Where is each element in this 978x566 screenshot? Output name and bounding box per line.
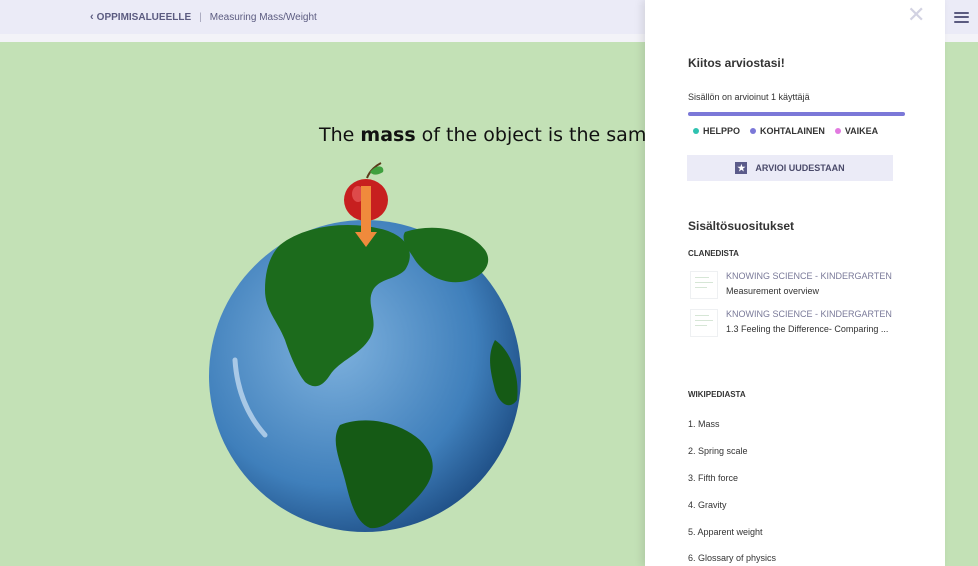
- back-link[interactable]: ‹ OPPIMISALUEELLE: [90, 11, 191, 23]
- close-icon[interactable]: ✕: [907, 4, 925, 26]
- legend-dot-teal: [693, 128, 699, 134]
- rating-panel: ✕ Kiitos arviostasi! Sisällön on arvioin…: [645, 0, 945, 566]
- slide-title-pre: The: [319, 124, 361, 146]
- recommendation-category: KNOWING SCIENCE - KINDERGARTEN: [726, 271, 892, 281]
- legend-helppo: HELPPO: [693, 126, 740, 136]
- recommendations-title: Sisältösuositukset: [688, 219, 795, 233]
- menu-button[interactable]: [945, 0, 978, 34]
- breadcrumb-separator: |: [199, 11, 202, 23]
- hamburger-icon: [954, 11, 969, 23]
- legend-dot-purple: [750, 128, 757, 134]
- earth-illustration: [209, 162, 521, 532]
- star-icon: ★: [735, 162, 748, 174]
- legend-dot-pink: [834, 128, 841, 134]
- recommendation-item[interactable]: KNOWING SCIENCE - KINDERGARTEN 1.3 Feeli…: [688, 309, 908, 339]
- wiki-link[interactable]: 4. Gravity: [688, 500, 727, 510]
- legend-label: KOHTALAINEN: [760, 126, 825, 136]
- rating-bar: [688, 112, 905, 116]
- wiki-link[interactable]: 3. Fifth force: [688, 473, 738, 483]
- chevron-left-icon: ‹: [90, 11, 94, 23]
- slide-title-bold: mass: [360, 124, 416, 146]
- legend-label: VAIKEA: [844, 126, 879, 136]
- rating-count: Sisällön on arvioinut 1 käyttäjä: [688, 92, 810, 102]
- thumbnail-image: [690, 271, 718, 299]
- panel-title: Kiitos arviostasi!: [688, 56, 785, 70]
- rating-legend: HELPPO KOHTALAINEN VAIKEA: [693, 126, 888, 136]
- legend-kohtalainen: KOHTALAINEN: [750, 126, 825, 136]
- recommendation-title: Measurement overview: [726, 286, 820, 296]
- breadcrumb-current: Measuring Mass/Weight: [209, 11, 317, 23]
- breadcrumb: ‹ OPPIMISALUEELLE | Measuring Mass/Weigh…: [90, 11, 317, 23]
- thumbnail-image: [690, 309, 718, 337]
- legend-label: HELPPO: [703, 126, 741, 136]
- back-link-label: OPPIMISALUEELLE: [96, 11, 192, 23]
- rate-again-label: ARVIOI UUDESTAAN: [755, 163, 845, 173]
- wiki-link[interactable]: 2. Spring scale: [688, 446, 748, 456]
- recommendation-category: KNOWING SCIENCE - KINDERGARTEN: [726, 309, 892, 319]
- wiki-link[interactable]: 5. Apparent weight: [688, 527, 763, 537]
- wikipedia-heading: WIKIPEDIASTA: [688, 390, 746, 399]
- recommendation-item[interactable]: KNOWING SCIENCE - KINDERGARTEN Measureme…: [688, 271, 908, 301]
- clanedista-heading: CLANEDISTA: [688, 249, 739, 258]
- rate-again-button[interactable]: ★ ARVIOI UUDESTAAN: [687, 155, 893, 181]
- legend-vaikea: VAIKEA: [834, 126, 879, 136]
- wiki-link[interactable]: 6. Glossary of physics: [688, 553, 776, 563]
- wiki-link[interactable]: 1. Mass: [688, 419, 720, 429]
- recommendation-title: 1.3 Feeling the Difference- Comparing ..…: [726, 324, 889, 334]
